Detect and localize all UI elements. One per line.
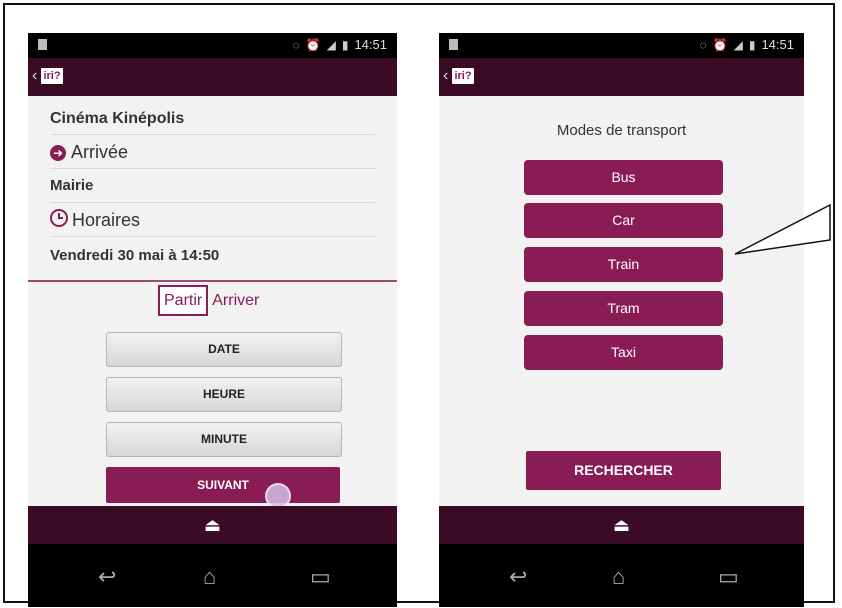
callout-pointer: [734, 203, 831, 255]
callout-wedge: [734, 203, 831, 255]
